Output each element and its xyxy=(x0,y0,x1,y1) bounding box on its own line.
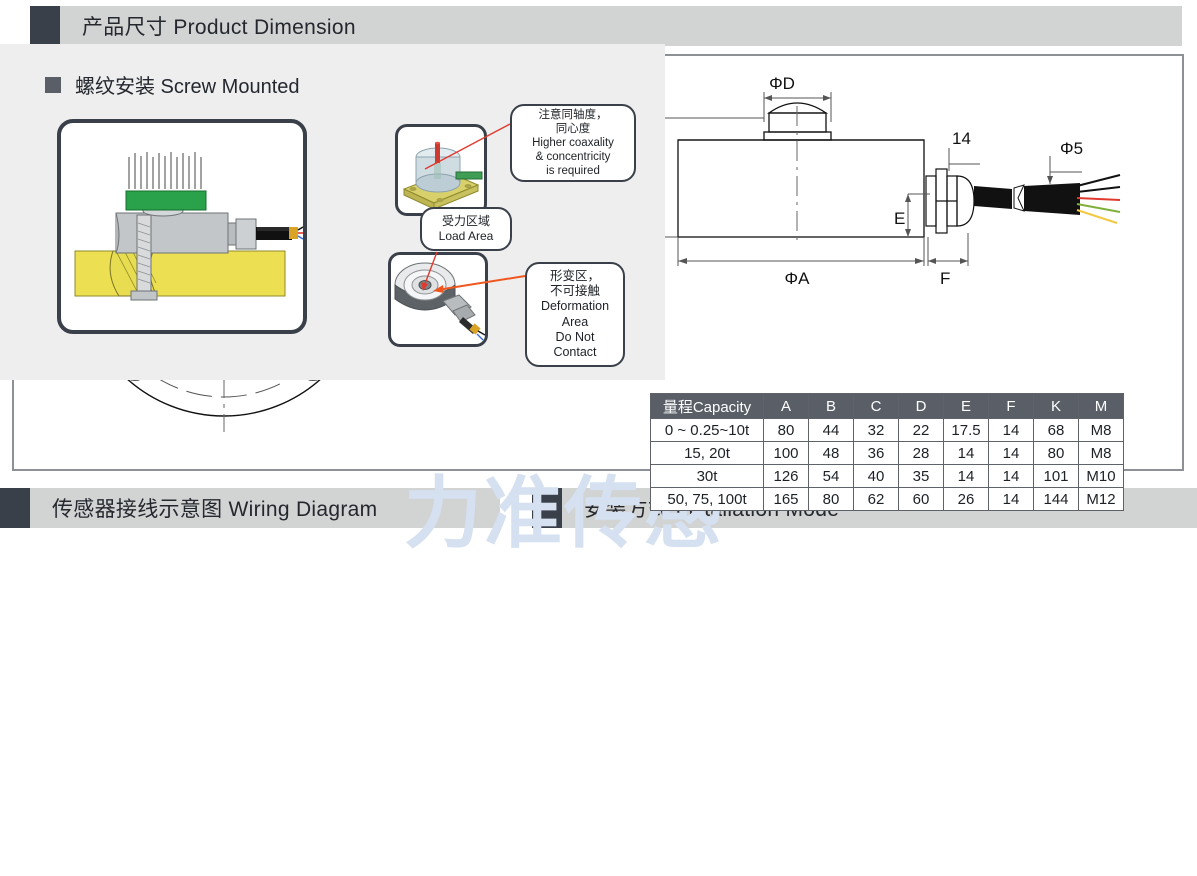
table-row: 15, 20t 100 48 36 28 14 14 80 M8 xyxy=(650,441,1124,465)
cell-e: 17.5 xyxy=(943,418,989,442)
callout-line: 不可接触 xyxy=(549,284,600,298)
callout-coaxality: 注意同轴度， 同心度 Higher coaxality & concentric… xyxy=(510,104,636,182)
bullet-square-icon xyxy=(45,76,61,93)
cell-b: 44 xyxy=(808,418,854,442)
product-dimension-section: 产品尺寸 Product Dimension xyxy=(30,6,1182,46)
side-view-drawing: ΦD B C ΦA xyxy=(615,76,1121,288)
dimension-section-title: 产品尺寸 Product Dimension xyxy=(82,16,356,39)
screw-mount-illustration xyxy=(74,152,303,301)
cell-m: M12 xyxy=(1078,487,1124,511)
wiring-section-title: 传感器接线示意图 Wiring Diagram xyxy=(52,498,378,521)
column-header-capacity: 量程Capacity xyxy=(650,393,764,419)
cell-k: 144 xyxy=(1033,487,1079,511)
cell-m: M10 xyxy=(1078,464,1124,488)
callout-line: Higher coaxality xyxy=(532,137,614,149)
cell-f: 14 xyxy=(988,464,1034,488)
cell-f: 14 xyxy=(988,487,1034,511)
cell-b: 48 xyxy=(808,441,854,465)
cell-b: 54 xyxy=(808,464,854,488)
cell-e: 26 xyxy=(943,487,989,511)
screw-mounted-label: 螺纹安装 Screw Mounted xyxy=(75,76,300,98)
cell-e: 14 xyxy=(943,464,989,488)
cell-a: 165 xyxy=(763,487,809,511)
callout-line: & concentricity xyxy=(535,151,611,164)
cell-k: 101 xyxy=(1033,464,1079,488)
wiring-section-header: 传感器接线示意图 Wiring Diagram xyxy=(0,488,500,528)
cell-a: 126 xyxy=(763,464,809,488)
cell-f: 14 xyxy=(988,418,1034,442)
callout-line: Area xyxy=(561,314,589,329)
callout-deformation-area: 形变区， 不可接触 Deformation Area Do Not Contac… xyxy=(525,262,625,367)
cell-m: M8 xyxy=(1078,441,1124,465)
screw-mount-illustration-frame xyxy=(57,119,307,334)
label-e: E xyxy=(894,209,905,228)
cell-a: 100 xyxy=(763,441,809,465)
label-phi-5: Φ5 xyxy=(1060,139,1083,158)
table-row: 50, 75, 100t 165 80 62 60 26 14 144 M12 xyxy=(650,487,1124,511)
callout-line: Load Area xyxy=(438,229,494,243)
cell-d: 22 xyxy=(898,418,944,442)
callout-line: Contact xyxy=(553,345,597,359)
callout-line: 受力区域 xyxy=(441,214,490,229)
cell-capacity: 50, 75, 100t xyxy=(650,487,764,511)
label-phi-d: ΦD xyxy=(769,76,795,93)
specification-table: 量程Capacity A B C D E F K M 0 ~ 0.25~10t … xyxy=(650,393,1124,511)
header-bar: 传感器接线示意图 Wiring Diagram xyxy=(30,488,500,528)
cell-d: 60 xyxy=(898,487,944,511)
callout-load-area: 受力区域 Load Area xyxy=(420,207,512,251)
deformation-leader-line xyxy=(433,275,526,293)
cell-c: 32 xyxy=(853,418,899,442)
cell-capacity: 30t xyxy=(650,464,764,488)
callout-line: Do Not xyxy=(555,329,595,344)
column-header-k: K xyxy=(1033,393,1079,419)
cell-capacity: 15, 20t xyxy=(650,441,764,465)
cell-f: 14 xyxy=(988,441,1034,465)
column-header-f: F xyxy=(988,393,1034,419)
label-gland-14: 14 xyxy=(952,129,971,148)
callout-line: Deformation xyxy=(540,299,610,314)
column-header-m: M xyxy=(1078,393,1124,419)
header-accent-block xyxy=(532,488,562,528)
cell-d: 28 xyxy=(898,441,944,465)
dimension-section-header: 产品尺寸 Product Dimension xyxy=(30,6,1182,46)
installation-mode-panel: 螺纹安装 Screw Mounted 注意同轴度， 同心度 Higher coa… xyxy=(0,44,665,380)
screw-mounted-subheading: 螺纹安装 Screw Mounted xyxy=(45,70,300,99)
cell-m: M8 xyxy=(1078,418,1124,442)
cell-k: 80 xyxy=(1033,441,1079,465)
cell-d: 35 xyxy=(898,464,944,488)
cell-capacity: 0 ~ 0.25~10t xyxy=(650,418,764,442)
callout-line: is required xyxy=(546,165,600,178)
header-accent-block xyxy=(0,488,30,528)
column-header-d: D xyxy=(898,393,944,419)
header-bar: 产品尺寸 Product Dimension xyxy=(60,6,1182,46)
cell-c: 40 xyxy=(853,464,899,488)
column-header-c: C xyxy=(853,393,899,419)
cell-k: 68 xyxy=(1033,418,1079,442)
column-header-e: E xyxy=(943,393,989,419)
table-row: 0 ~ 0.25~10t 80 44 32 22 17.5 14 68 M8 xyxy=(650,418,1124,442)
cell-c: 62 xyxy=(853,487,899,511)
wiring-diagram-section: 传感器接线示意图 Wiring Diagram xyxy=(0,488,500,528)
coaxality-leader-line xyxy=(424,123,511,170)
callout-line: 同心度 xyxy=(555,122,591,135)
table-row: 30t 126 54 40 35 14 14 101 M10 xyxy=(650,464,1124,488)
callout-line: 形变区， xyxy=(549,268,600,283)
cell-c: 36 xyxy=(853,441,899,465)
column-header-a: A xyxy=(763,393,809,419)
header-accent-block xyxy=(30,6,60,46)
callout-line: 注意同轴度， xyxy=(538,108,608,121)
cell-a: 80 xyxy=(763,418,809,442)
cell-b: 80 xyxy=(808,487,854,511)
column-header-b: B xyxy=(808,393,854,419)
label-f: F xyxy=(940,269,950,288)
label-phi-a: ΦA xyxy=(785,269,811,288)
table-header-row: 量程Capacity A B C D E F K M xyxy=(650,393,1124,419)
cell-e: 14 xyxy=(943,441,989,465)
